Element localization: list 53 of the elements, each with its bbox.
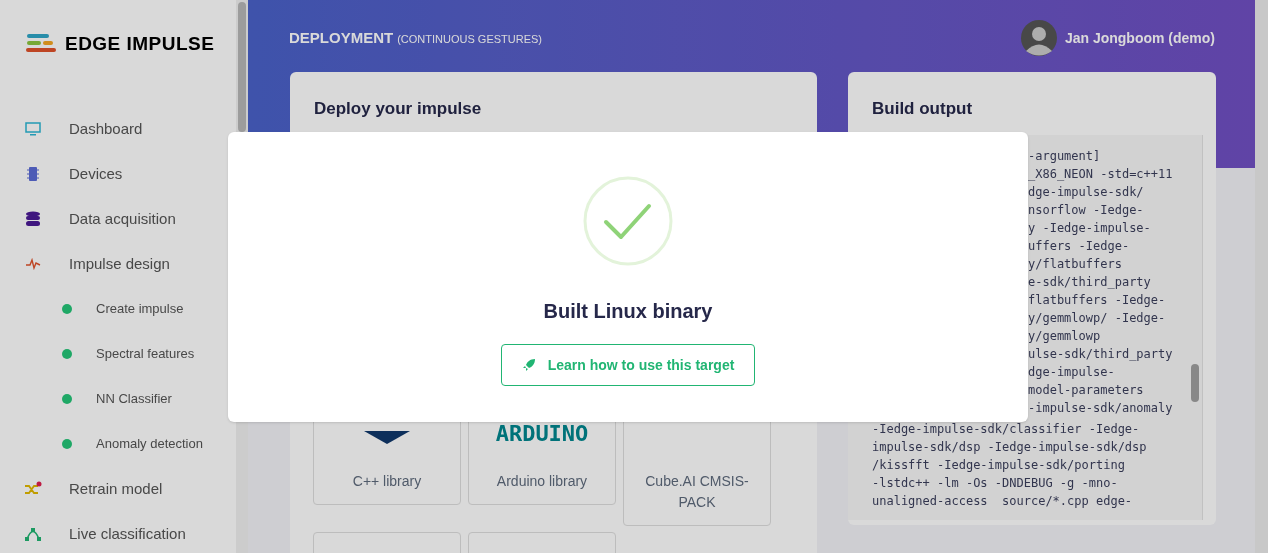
nav-item[interactable]: Anomaly detection <box>96 434 203 454</box>
log-line: ulse-sdk/third_party <box>1028 345 1174 363</box>
checkmark-icon <box>583 176 673 266</box>
page-subtitle: (CONTINUOUS GESTURES) <box>397 31 543 47</box>
pulse-icon <box>25 258 41 270</box>
log-line: /kissfft -Iedge-impulse-sdk/porting <box>872 456 1126 474</box>
log-line: e-sdk/third_party <box>1028 273 1152 291</box>
nav-item[interactable]: Dashboard <box>69 117 143 141</box>
log-line: y/gemmlowp/ -Iedge- <box>1028 309 1167 327</box>
dialog-title: Built Linux binary <box>543 299 713 324</box>
monitor-icon <box>25 122 41 136</box>
log-line: y -Iedge-impulse- <box>1028 219 1152 237</box>
card-label: C++ library <box>351 471 423 491</box>
rocket-icon <box>521 358 536 372</box>
nav-item[interactable]: Live classification <box>69 522 186 546</box>
panel-title: Build output <box>871 98 974 120</box>
log-line: dge-impulse- <box>1028 363 1116 381</box>
scrollbar-thumb[interactable] <box>238 2 246 132</box>
logo-text: ARDUINO <box>495 422 589 445</box>
nav-item[interactable]: NN Classifier <box>96 389 172 409</box>
shuffle-icon <box>24 481 42 497</box>
log-line: -Iedge-impulse-sdk/classifier -Iedge- <box>872 420 1141 438</box>
nav-item[interactable]: Impulse design <box>69 252 170 276</box>
user-name[interactable]: Jan Jongboom (demo) <box>1064 27 1215 49</box>
log-line: model-parameters <box>1028 381 1145 399</box>
nav-item[interactable]: Create impulse <box>96 299 184 319</box>
log-line: y/flatbuffers <box>1028 255 1123 273</box>
log-line: -argument] <box>1028 147 1102 165</box>
log-line: unaligned-access source/*.cpp edge- <box>872 492 1134 510</box>
nav-item[interactable]: Data acquisition <box>69 207 176 231</box>
nav-item[interactable]: Spectral features <box>96 344 195 364</box>
log-line: impulse-sdk/dsp -Iedge-impulse-sdk/dsp <box>872 438 1148 456</box>
nav-item[interactable]: Retrain model <box>69 477 163 501</box>
hexagon-icon <box>364 430 410 445</box>
log-line: -lstdc++ -lm -Os -DNDEBUG -g -mno- <box>872 474 1119 492</box>
database-icon <box>25 211 41 227</box>
brand-name: EDGE IMPULSE <box>65 32 215 56</box>
card-label: Cube.AI CMSIS-PACK <box>644 471 750 512</box>
log-line: dge-impulse-sdk/ <box>1028 183 1145 201</box>
nav-item[interactable]: Devices <box>69 162 123 186</box>
panel-title: Deploy your impulse <box>313 98 483 120</box>
log-line: uffers -Iedge- <box>1028 237 1131 255</box>
log-line: y/gemmlowp <box>1028 327 1102 345</box>
chip-icon <box>25 166 41 182</box>
log-line: _X86_NEON -std=c++11 <box>1028 165 1174 183</box>
log-line: nsorflow -Iedge- <box>1028 201 1145 219</box>
card-label: Arduino library <box>495 471 589 491</box>
curve-icon <box>24 526 42 542</box>
scrollbar-thumb[interactable] <box>1191 363 1199 402</box>
log-line: -impulse-sdk/anomaly <box>1028 399 1174 417</box>
log-line: flatbuffers -Iedge- <box>1028 291 1167 309</box>
avatar <box>1020 20 1057 56</box>
page-title: DEPLOYMENT <box>289 27 394 48</box>
